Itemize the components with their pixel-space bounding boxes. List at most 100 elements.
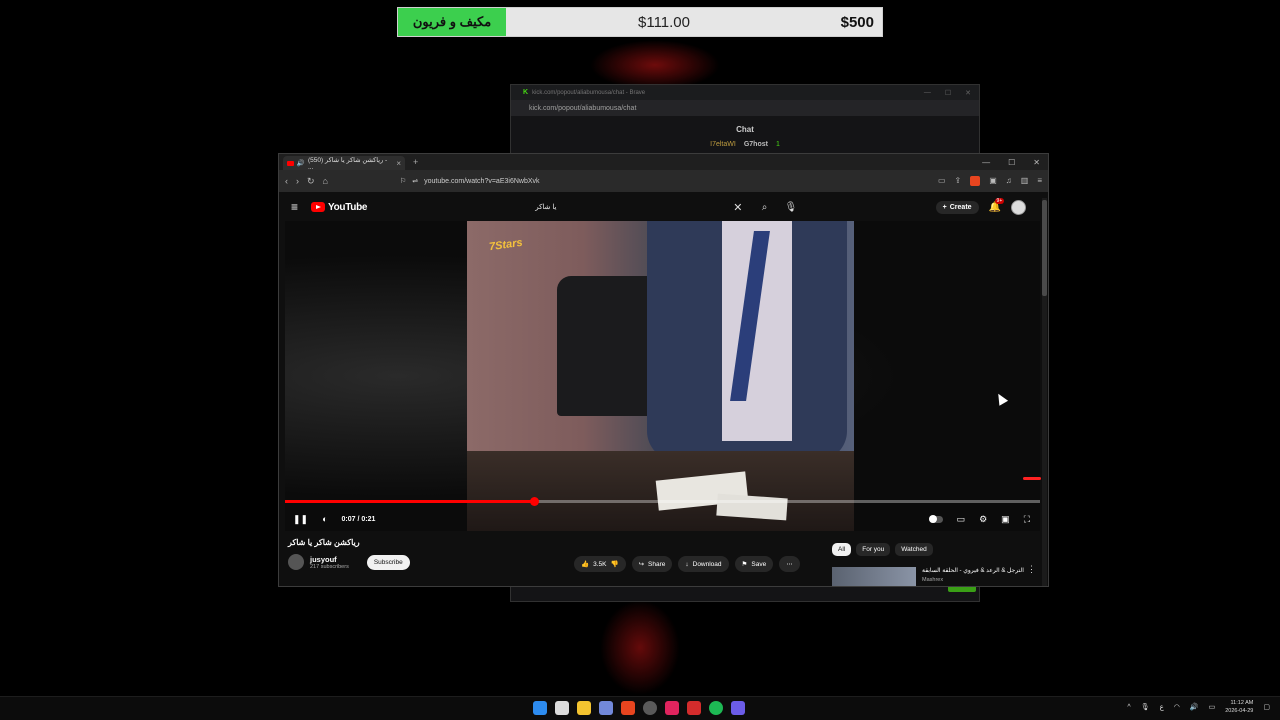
- close-icon[interactable]: ✕: [965, 89, 971, 97]
- microphone-icon[interactable]: 🎙: [785, 202, 798, 213]
- bookmark-icon[interactable]: ⚐: [400, 177, 406, 185]
- site-settings-icon[interactable]: ⇌: [412, 177, 418, 185]
- hamburger-menu-icon[interactable]: ≡: [291, 200, 311, 214]
- search-input[interactable]: يا شاكر: [535, 203, 733, 211]
- extensions-icon[interactable]: ▣: [989, 176, 997, 186]
- speaker-icon[interactable]: 🔊: [297, 159, 305, 167]
- donation-label: مكيف و فريون: [398, 8, 506, 36]
- player-controls: ❚❚ ◐ 0:07 / 0:21 ▭ ⚙ ▣ ⛶: [285, 509, 1040, 529]
- battery-icon[interactable]: ▭: [1209, 703, 1216, 711]
- home-icon[interactable]: ⌂: [323, 176, 328, 186]
- captions-icon[interactable]: ▭: [957, 514, 966, 525]
- brave-shields-icon[interactable]: [970, 176, 981, 186]
- clock-date: 2026-04-29: [1225, 708, 1254, 714]
- youtube-favicon-icon: [287, 160, 294, 166]
- video-frame[interactable]: 7Stars: [467, 221, 854, 531]
- clear-search-icon[interactable]: ✕: [733, 201, 742, 214]
- search-box[interactable]: يا شاكر ✕ ⌕ 🎙: [527, 198, 797, 216]
- notifications-icon[interactable]: ▢: [1263, 703, 1270, 711]
- reco-more-icon[interactable]: ⋮: [1027, 564, 1036, 575]
- nav-bar: ‹ › ↻ ⌂ ⚐ ⇌ youtube.com/watch?v=aE3i6Nwb…: [279, 170, 1048, 192]
- chat-username[interactable]: I7eltaWI: [710, 141, 736, 148]
- thumbs-down-icon[interactable]: 👎: [610, 560, 618, 568]
- subscriber-count: 217 subscribers: [310, 563, 349, 570]
- share-icon[interactable]: ⇪: [955, 176, 962, 186]
- media-icon[interactable]: ♫: [1006, 176, 1012, 186]
- sidebar-icon[interactable]: ▥: [1021, 176, 1029, 186]
- spotify-icon[interactable]: [709, 701, 723, 715]
- discord-icon[interactable]: [599, 701, 613, 715]
- adobe-icon[interactable]: [687, 701, 701, 715]
- brave-browser-icon[interactable]: [621, 701, 635, 715]
- video-player[interactable]: 7Stars ❚❚ ◐ 0:07 / 0:21 ▭ ⚙ ▣ ⛶: [285, 221, 1041, 531]
- address-bar[interactable]: ⚐ ⇌ youtube.com/watch?v=aE3i6NwbXvk: [396, 174, 856, 189]
- page-scrollbar[interactable]: [1042, 198, 1047, 586]
- share-button[interactable]: ↪ Share: [631, 556, 673, 572]
- forward-icon[interactable]: ›: [296, 176, 299, 186]
- start-menu-icon[interactable]: [533, 701, 547, 715]
- taskbar: ^ 🎙 ع ◠ 🔊 ▭ 11:12 AM 2026-04-29 ▢: [0, 696, 1280, 720]
- obs-icon[interactable]: [665, 701, 679, 715]
- autoplay-toggle[interactable]: [928, 514, 943, 523]
- progress-fill: [285, 500, 535, 503]
- chat-username[interactable]: G7host: [744, 141, 768, 148]
- chevron-up-icon[interactable]: ^: [1127, 704, 1130, 711]
- volume-icon[interactable]: ◐: [322, 514, 327, 524]
- like-button[interactable]: 👍 3.5K 👎: [574, 556, 626, 572]
- speaker-icon[interactable]: 🔊: [1190, 703, 1199, 711]
- filter-chips: All For you Watched: [832, 543, 933, 556]
- reload-icon[interactable]: ↻: [307, 176, 315, 187]
- youtube-play-icon: [311, 202, 325, 212]
- menu-icon[interactable]: ≡: [1037, 176, 1042, 186]
- chat-header: Chat: [736, 125, 754, 134]
- theater-mode-icon[interactable]: ▣: [1001, 514, 1010, 525]
- calendar-app-icon[interactable]: [555, 701, 569, 715]
- reco-title[interactable]: الترجل & الرعد & فيروي - الحلقة السابقة: [922, 567, 1024, 574]
- browser-window[interactable]: 🔊 (550) رياكشن شاكر يا شاكر - ... × + — …: [278, 153, 1049, 587]
- reco-thumbnail[interactable]: [832, 567, 916, 586]
- time-display: 0:07 / 0:21: [341, 515, 376, 523]
- more-actions-button[interactable]: ⋯: [779, 556, 800, 572]
- minimize-icon[interactable]: —: [924, 89, 931, 97]
- discord-alt-icon[interactable]: [731, 701, 745, 715]
- microphone-icon[interactable]: 🎙: [1141, 703, 1150, 711]
- minimize-icon[interactable]: —: [982, 158, 990, 167]
- tab-youtube[interactable]: 🔊 (550) رياكشن شاكر يا شاكر - ... ×: [283, 156, 405, 171]
- clock[interactable]: 11:12 AM 2026-04-29: [1225, 699, 1253, 715]
- search-icon[interactable]: ⌕: [753, 202, 777, 213]
- pause-icon[interactable]: ❚❚: [293, 514, 308, 525]
- back-icon[interactable]: ‹: [285, 176, 288, 186]
- chrome-icon[interactable]: [643, 701, 657, 715]
- download-button[interactable]: ↓ Download: [678, 556, 729, 572]
- chip-watched[interactable]: Watched: [895, 543, 933, 556]
- save-button[interactable]: ⚑ Save: [734, 556, 774, 572]
- channel-name[interactable]: jusyouf: [310, 555, 349, 564]
- wifi-icon[interactable]: ◠: [1174, 703, 1180, 711]
- subscribe-button[interactable]: Subscribe: [366, 554, 410, 570]
- bookmark-icon: ⚑: [741, 561, 748, 568]
- chip-for-you[interactable]: For you: [856, 543, 891, 556]
- cast-icon[interactable]: ▭: [938, 176, 946, 186]
- address-url: youtube.com/watch?v=aE3i6NwbXvk: [424, 177, 540, 185]
- file-explorer-icon[interactable]: [577, 701, 591, 715]
- create-button[interactable]: + Create: [935, 200, 979, 214]
- chat-url-bar[interactable]: kick.com/popout/aliabumousa/chat: [511, 100, 979, 116]
- notifications-button[interactable]: 🔔 9+: [989, 197, 1005, 213]
- scrollbar-thumb[interactable]: [1042, 200, 1047, 296]
- progress-bar[interactable]: [285, 497, 1040, 506]
- close-icon[interactable]: ✕: [1033, 158, 1040, 167]
- youtube-logo[interactable]: YouTube: [311, 202, 368, 213]
- settings-gear-icon[interactable]: ⚙: [979, 514, 987, 525]
- recommended-video[interactable]: الترجل & الرعد & فيروي - الحلقة السابقة …: [832, 567, 1024, 586]
- kick-icon: K: [523, 89, 529, 96]
- maximize-icon[interactable]: ☐: [1008, 158, 1015, 167]
- new-tab-button[interactable]: +: [413, 157, 418, 167]
- maximize-icon[interactable]: ☐: [945, 89, 951, 97]
- tab-bar: 🔊 (550) رياكشن شاكر يا شاكر - ... × + — …: [279, 154, 1048, 171]
- chip-all[interactable]: All: [832, 543, 852, 556]
- channel-avatar[interactable]: [288, 554, 304, 570]
- fullscreen-icon[interactable]: ⛶: [1024, 514, 1030, 525]
- language-indicator[interactable]: ع: [1160, 703, 1164, 711]
- avatar[interactable]: [1011, 199, 1026, 215]
- close-tab-icon[interactable]: ×: [396, 159, 401, 168]
